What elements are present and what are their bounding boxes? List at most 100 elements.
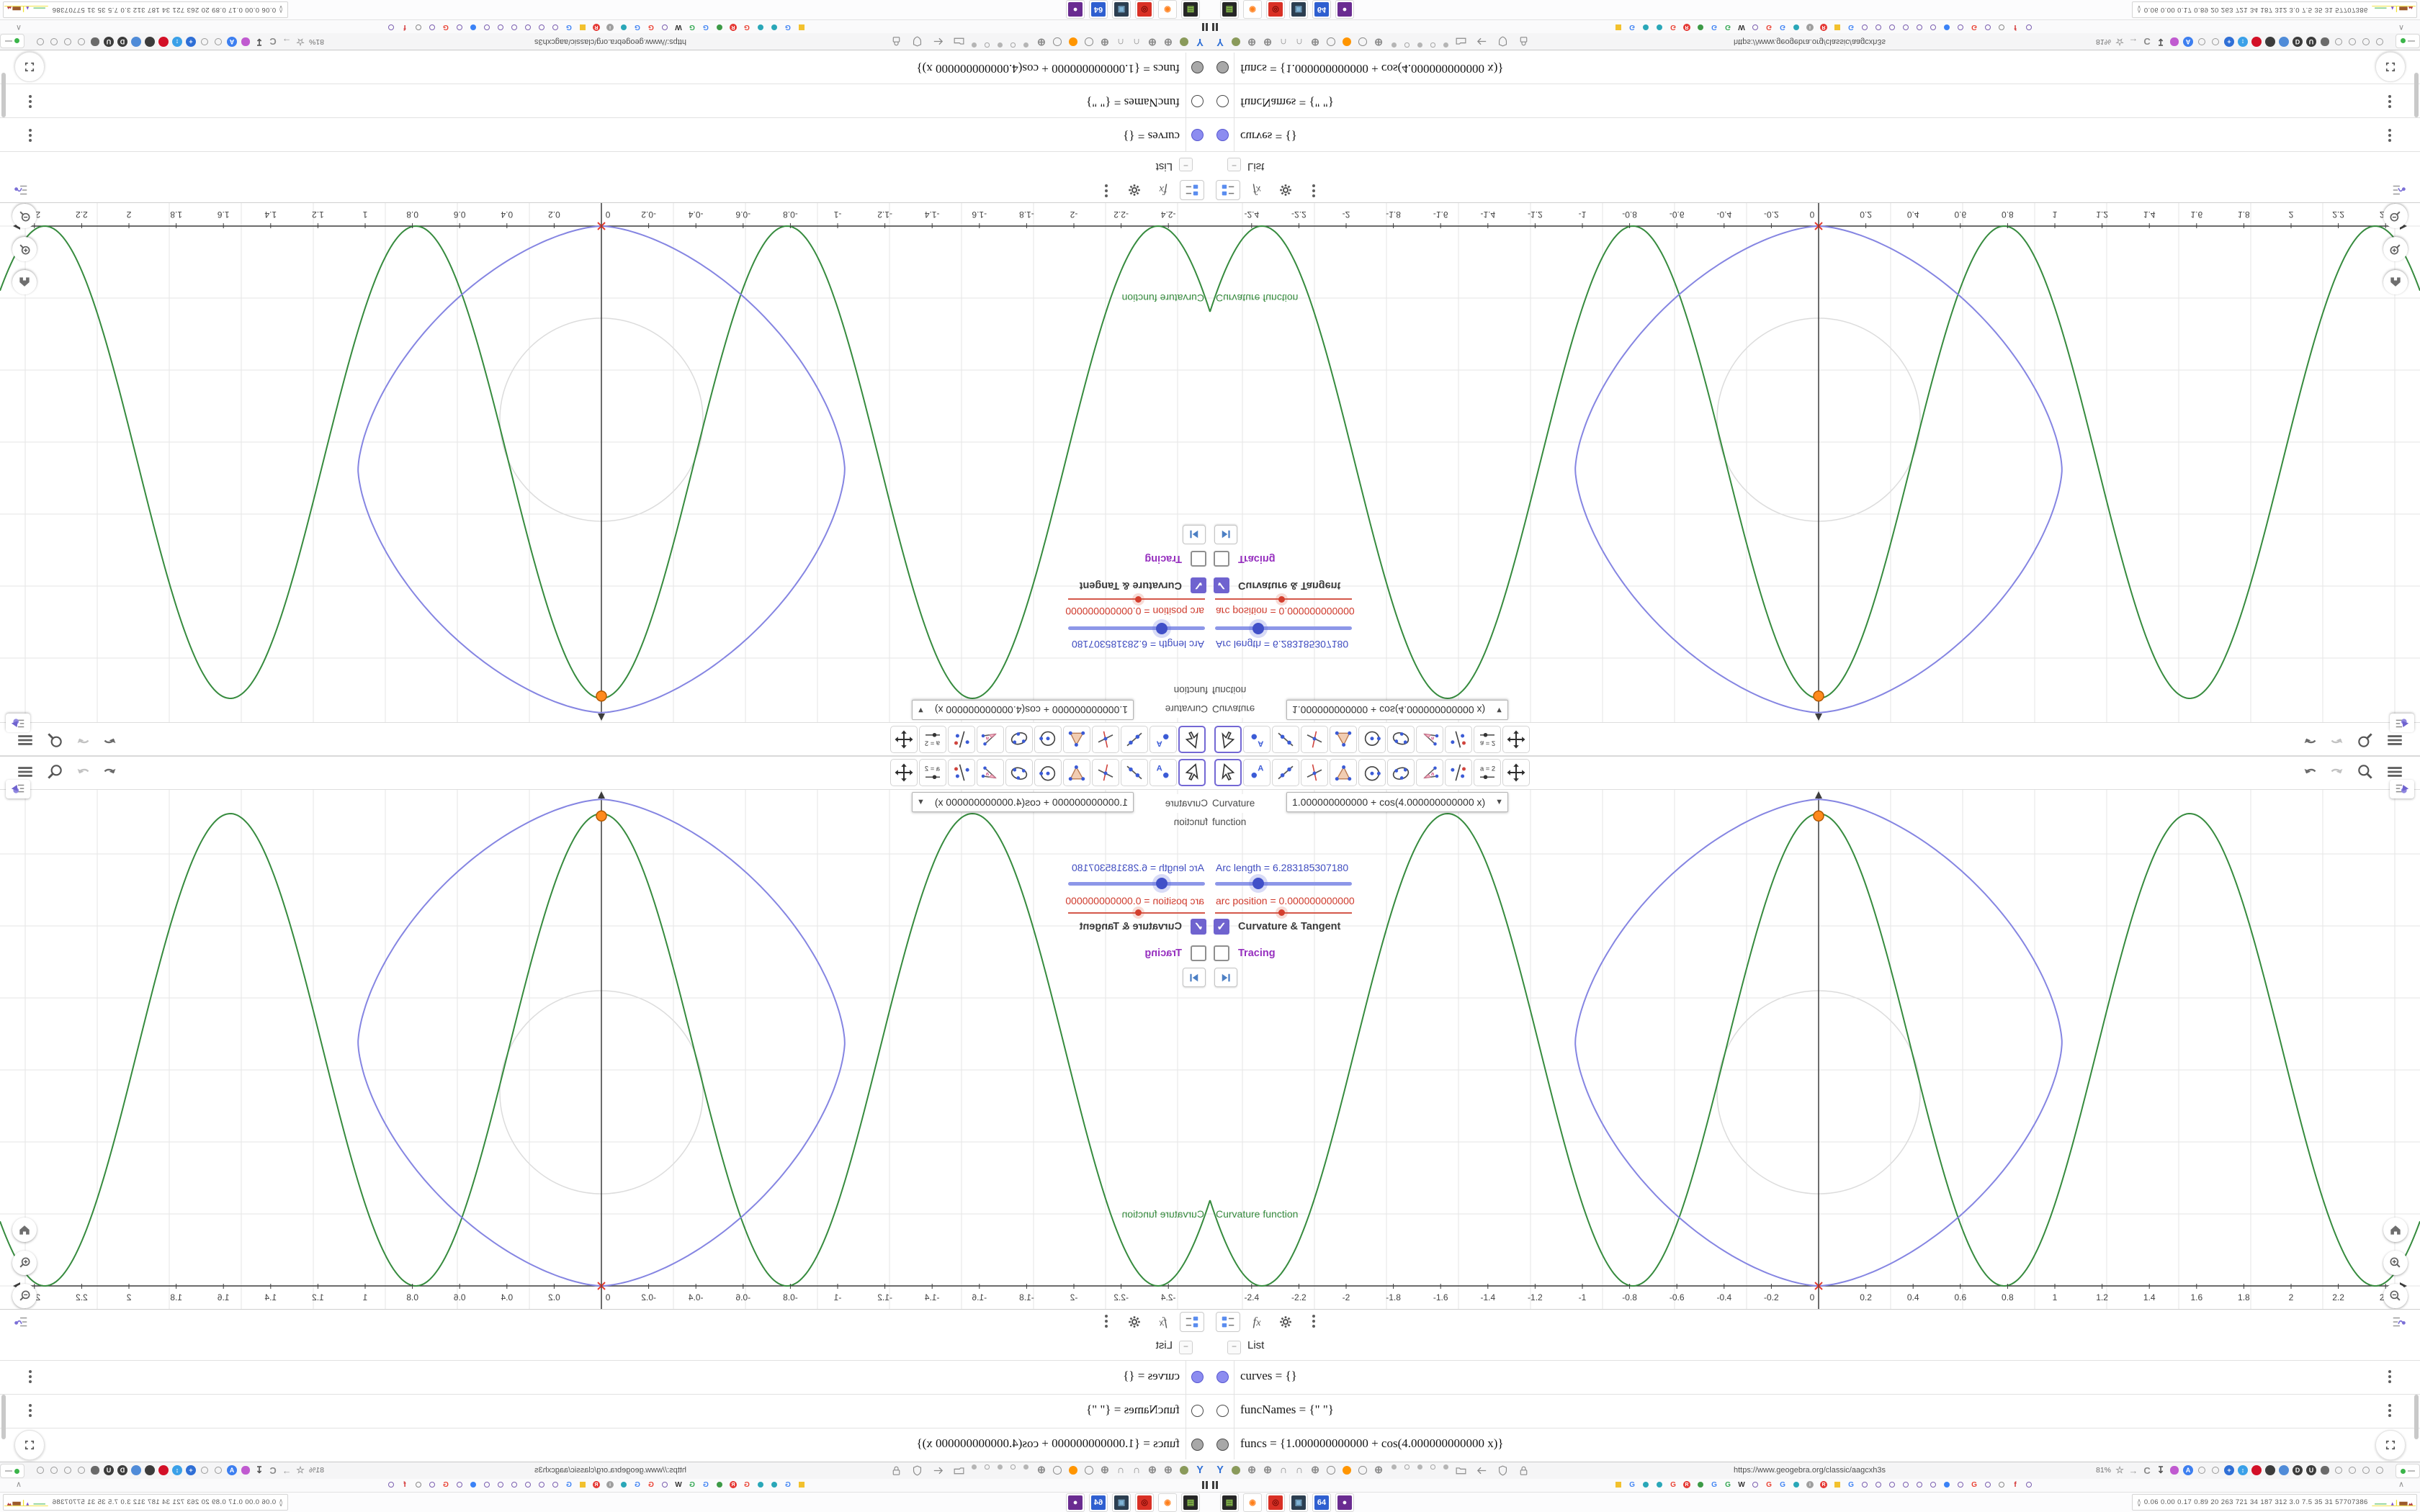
tool-slider[interactable]: a = 2 bbox=[919, 726, 946, 753]
geogebra[interactable] bbox=[386, 1480, 396, 1490]
arc-position-slider-handle[interactable] bbox=[1278, 596, 1285, 603]
bookmark[interactable] bbox=[797, 1480, 807, 1490]
translate-icon[interactable]: A bbox=[2182, 35, 2195, 48]
gear[interactable] bbox=[1996, 1480, 2007, 1490]
uo-icon[interactable]: U bbox=[2305, 35, 2318, 48]
graphics-view[interactable]: -2.4 -2.2 -2 -1.8 -1.6 -1.4 -1.2 -1 -0.8 -0.6 -0.4… bbox=[0, 790, 1210, 1309]
translate-icon[interactable]: A bbox=[225, 1464, 238, 1477]
arc-position-slider[interactable] bbox=[1068, 909, 1205, 916]
geogebra[interactable] bbox=[1901, 22, 1911, 32]
gear-icon[interactable] bbox=[198, 35, 211, 48]
arc-length-slider[interactable] bbox=[1215, 623, 1352, 634]
shield-icon[interactable] bbox=[2318, 35, 2331, 48]
zoom-search-button[interactable] bbox=[45, 731, 64, 750]
tool-slider[interactable]: a = 2 bbox=[1474, 759, 1501, 786]
geogebra[interactable] bbox=[1901, 1480, 1911, 1490]
algebra-expression[interactable]: funcNames = {" "} bbox=[1240, 1403, 1334, 1417]
geogebra[interactable] bbox=[523, 1480, 533, 1490]
trash-icon[interactable] bbox=[2264, 1464, 2277, 1477]
globe-icon[interactable]: ⊕ bbox=[1034, 1463, 1049, 1477]
radio-icon[interactable] bbox=[970, 41, 978, 49]
radio-icon[interactable] bbox=[1022, 1463, 1030, 1471]
geogebra[interactable] bbox=[1914, 22, 1924, 32]
radio-icon[interactable] bbox=[1416, 41, 1424, 49]
tool-slider[interactable]: a = 2 bbox=[919, 759, 946, 786]
updown-icon[interactable]: ↕ bbox=[2236, 1464, 2249, 1477]
facebook[interactable]: f bbox=[400, 1480, 410, 1490]
tab-icon[interactable] bbox=[1403, 1463, 1411, 1471]
gauge-icon[interactable]: ∩ bbox=[1292, 35, 1307, 49]
bookmark[interactable] bbox=[578, 1480, 588, 1490]
google[interactable]: G bbox=[1709, 1480, 1719, 1490]
collapse-list-button[interactable]: − bbox=[1227, 158, 1241, 171]
record-icon[interactable] bbox=[2250, 1464, 2263, 1477]
graphics-view[interactable]: -2.4 -2.2 -2 -1.8 -1.6 -1.4 -1.2 -1 -0.8 -0.6 -0.4… bbox=[1210, 203, 2420, 722]
tray-chevrons[interactable]: ∧ ∨ bbox=[2137, 5, 2141, 15]
gauge-icon[interactable]: ∩ bbox=[1276, 1463, 1291, 1477]
skip-to-end-button[interactable] bbox=[1214, 525, 1237, 544]
info[interactable]: i bbox=[605, 1480, 615, 1490]
collapse-list-button[interactable]: − bbox=[1179, 158, 1193, 171]
filter-icon[interactable]: Y bbox=[1213, 1463, 1227, 1477]
wikipedia[interactable]: W bbox=[673, 1480, 684, 1490]
geogebra[interactable] bbox=[496, 22, 506, 32]
wrench-icon[interactable] bbox=[1082, 1463, 1096, 1477]
graphics-stylebar-button[interactable] bbox=[2390, 714, 2414, 732]
site[interactable] bbox=[1695, 22, 1706, 32]
globe-icon[interactable]: ⊕ bbox=[1145, 1463, 1160, 1477]
thumb-icon[interactable] bbox=[61, 1464, 74, 1477]
tab-icon[interactable] bbox=[1429, 41, 1437, 49]
thumb-icon[interactable] bbox=[61, 35, 74, 48]
site[interactable] bbox=[1654, 22, 1664, 32]
tool-move-graphics-view[interactable] bbox=[1502, 759, 1530, 786]
algebra-expression[interactable]: funcs = {1.000000000000 + cos(4.00000000… bbox=[1240, 61, 1504, 76]
badger-icon[interactable] bbox=[1177, 35, 1191, 49]
google[interactable]: G bbox=[783, 22, 793, 32]
url-text[interactable]: https://www.geogebra.org/classic/aagcxh3… bbox=[534, 1462, 686, 1479]
wikipedia[interactable]: W bbox=[673, 22, 684, 32]
zoom-in-button[interactable] bbox=[12, 1251, 37, 1275]
plus-icon[interactable]: + bbox=[184, 1464, 197, 1477]
uo-icon[interactable]: U bbox=[102, 1464, 115, 1477]
container-icon[interactable]: D bbox=[116, 35, 129, 48]
tool-reflect[interactable] bbox=[1445, 759, 1472, 786]
oval-icon[interactable] bbox=[212, 1464, 225, 1477]
taskbar-app-virtualbox[interactable]: ▤ bbox=[1181, 0, 1200, 19]
tray-chevrons[interactable]: ∧ ∨ bbox=[2137, 1498, 2141, 1507]
visibility-marble[interactable] bbox=[1191, 1405, 1204, 1417]
zoom-search-button[interactable] bbox=[2356, 731, 2375, 750]
geogebra[interactable] bbox=[1983, 22, 1993, 32]
row-menu-kebab-icon[interactable] bbox=[27, 1404, 32, 1418]
geogebra[interactable] bbox=[454, 1480, 465, 1490]
tray-chevrons[interactable]: ∧ ∨ bbox=[279, 5, 283, 15]
badger-icon[interactable] bbox=[1229, 35, 1243, 49]
site[interactable] bbox=[756, 22, 766, 32]
google[interactable]: G bbox=[1627, 22, 1637, 32]
function-selector-dropdown[interactable]: 1.000000000000 + cos(4.000000000000 x) ▼ bbox=[912, 700, 1134, 720]
geogebra[interactable] bbox=[1928, 1480, 1938, 1490]
tool-polygon[interactable] bbox=[1330, 759, 1357, 786]
site[interactable] bbox=[1641, 1480, 1651, 1490]
thumb-icon[interactable] bbox=[2346, 1464, 2359, 1477]
curvature-tangent-checkbox[interactable]: ✓ bbox=[1214, 919, 1229, 935]
gear-icon[interactable] bbox=[1050, 35, 1065, 49]
visibility-marble[interactable] bbox=[1191, 1371, 1204, 1383]
graphics-stylebar-button[interactable] bbox=[6, 780, 30, 798]
geogebra[interactable] bbox=[427, 22, 437, 32]
tree-view-button[interactable] bbox=[1216, 180, 1240, 200]
geogebra[interactable] bbox=[1983, 1480, 1993, 1490]
gauge-icon[interactable]: ∩ bbox=[1276, 35, 1291, 49]
arc-length-slider-handle[interactable] bbox=[1156, 623, 1168, 634]
taskbar-app-owl-app[interactable]: ● bbox=[1335, 1493, 1354, 1512]
scrollbar-thumb[interactable] bbox=[2414, 73, 2419, 117]
globe-icon[interactable]: ⊕ bbox=[1145, 35, 1160, 49]
arc-position-slider[interactable] bbox=[1215, 909, 1352, 916]
algebra-expression[interactable]: funcs = {1.000000000000 + cos(4.00000000… bbox=[916, 1436, 1180, 1451]
google[interactable]: G bbox=[441, 1480, 451, 1490]
trash-icon[interactable] bbox=[2264, 35, 2277, 48]
taskbar-app-save-64[interactable]: 64 bbox=[1089, 1493, 1108, 1512]
google[interactable]: G bbox=[687, 22, 697, 32]
geogebra[interactable] bbox=[550, 1480, 560, 1490]
yandex[interactable]: R bbox=[728, 22, 738, 32]
globe-icon[interactable]: ⊕ bbox=[1034, 35, 1049, 49]
